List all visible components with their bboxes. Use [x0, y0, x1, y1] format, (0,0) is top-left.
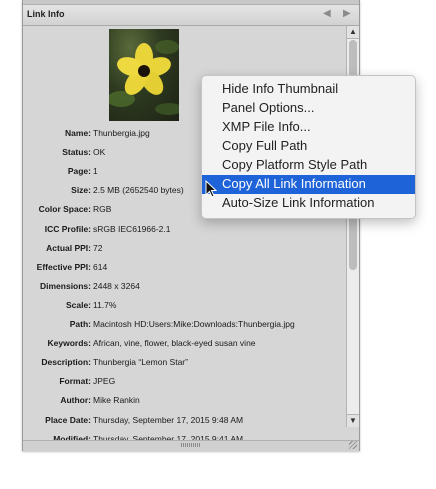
info-row: Format: JPEG: [23, 376, 345, 390]
info-value: Thunbergia.jpg: [93, 128, 150, 138]
info-row: Actual PPI: 72: [23, 243, 345, 257]
info-label: Dimensions:: [39, 280, 91, 291]
info-row: Dimensions: 2448 x 3264: [23, 281, 345, 295]
info-value: RGB: [93, 204, 112, 215]
info-label: Actual PPI:: [46, 242, 91, 253]
menu-item-label: XMP File Info...: [222, 119, 311, 134]
info-label: Status:: [62, 147, 91, 158]
info-value: sRGB IEC61966-2.1: [93, 223, 171, 234]
info-row: Keywords: African, vine, flower, black-ey…: [23, 338, 345, 352]
panel-title: Link Info: [27, 9, 65, 19]
panel-footer: [23, 440, 359, 451]
info-thumbnail: [109, 29, 179, 121]
info-row: Effective PPI: 614: [23, 262, 345, 276]
info-value: Thunbergia “Lemon Star”: [93, 357, 188, 368]
info-value: 11.7%: [93, 299, 117, 310]
info-value: 72: [93, 242, 103, 253]
resize-corner-icon[interactable]: [349, 441, 357, 449]
menu-item[interactable]: Hide Info Thumbnail: [202, 80, 415, 99]
info-label: Place Date:: [45, 414, 91, 425]
info-row: Description: Thunbergia “Lemon Star”: [23, 357, 345, 371]
panel-context-menu: Hide Info Thumbnail Panel Options... XMP F…: [201, 75, 416, 219]
info-row: Path: Macintosh HD:Users:Mike:Downloads:T…: [23, 319, 345, 333]
info-label: Scale:: [65, 299, 91, 310]
info-label: Description:: [41, 357, 91, 368]
menu-item-label: Auto-Size Link Information: [222, 195, 375, 210]
info-value: Mike Rankin: [93, 395, 140, 406]
info-row: Scale: 11.7%: [23, 300, 345, 314]
menu-item-label: Panel Options...: [222, 100, 315, 115]
info-value: 1: [93, 166, 98, 177]
info-label: Author:: [60, 395, 91, 406]
info-label: Page:: [67, 166, 91, 177]
link-info-panel: Link Info ◀ ▶ Name: Thunbergia.jpg Statu…: [22, 0, 360, 451]
info-value: JPEG: [93, 376, 116, 387]
info-value: 614: [93, 261, 108, 272]
menu-item[interactable]: Copy Platform Style Path: [202, 156, 415, 175]
menu-item[interactable]: Copy Full Path: [202, 137, 415, 156]
info-row: Place Date: Thursday, September 17, 2015 …: [23, 415, 345, 429]
menu-item[interactable]: Copy All Link Information: [202, 175, 415, 194]
info-value: OK: [93, 147, 106, 158]
triangle-left-icon[interactable]: ◀: [323, 8, 331, 19]
info-value: 2.5 MB (2652540 bytes): [93, 185, 184, 196]
info-label: Format:: [59, 376, 91, 387]
scroll-up-arrow-icon[interactable]: ▲: [347, 26, 359, 39]
triangle-right-icon[interactable]: ▶: [343, 8, 351, 19]
info-value: African, vine, flower, black-eyed susan …: [93, 338, 256, 349]
info-label: Effective PPI:: [36, 261, 91, 272]
menu-item[interactable]: XMP File Info...: [202, 118, 415, 137]
scroll-down-arrow-icon[interactable]: ▼: [347, 414, 359, 427]
info-value: Thursday, September 17, 2015 9:48 AM: [93, 414, 244, 425]
info-label: Size:: [71, 185, 91, 196]
menu-item[interactable]: Auto-Size Link Information: [202, 194, 415, 213]
flower-thumbnail-icon: [109, 40, 179, 115]
mouse-pointer-icon: [205, 180, 217, 198]
info-label: Path:: [69, 319, 91, 329]
info-label: ICC Profile:: [44, 223, 91, 234]
menu-item[interactable]: Panel Options...: [202, 99, 415, 118]
info-label: Color Space:: [38, 204, 91, 215]
menu-item-label: Copy All Link Information: [222, 176, 366, 191]
info-label: Name:: [65, 128, 91, 138]
info-row: Author: Mike Rankin: [23, 395, 345, 409]
info-value: 2448 x 3264: [93, 280, 140, 291]
resize-grip-icon[interactable]: [181, 443, 201, 447]
info-label: Keywords:: [47, 338, 91, 349]
menu-item-label: Copy Full Path: [222, 138, 308, 153]
info-row: ICC Profile: sRGB IEC61966-2.1: [23, 224, 345, 238]
menu-item-label: Hide Info Thumbnail: [222, 81, 339, 96]
info-value: Macintosh HD:Users:Mike:Downloads:Thunbe…: [93, 319, 295, 329]
panel-header: Link Info ◀ ▶: [23, 5, 359, 26]
menu-item-label: Copy Platform Style Path: [222, 157, 368, 172]
